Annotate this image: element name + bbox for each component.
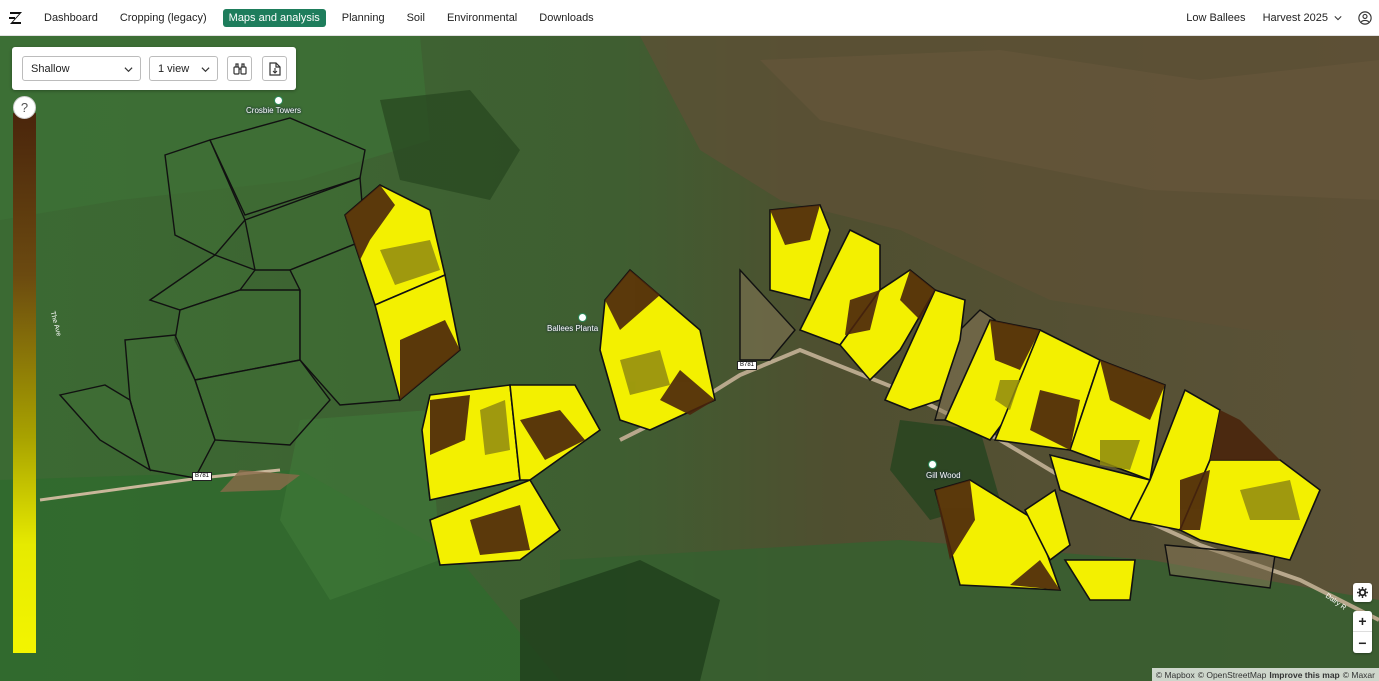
farm-selector[interactable]: Low Ballees — [1186, 12, 1245, 24]
map-toolbar: Shallow 1 view — [12, 47, 296, 90]
zoom-in-button[interactable]: + — [1353, 611, 1372, 632]
binoculars-icon — [232, 62, 247, 75]
place-pin-icon — [578, 313, 587, 322]
attribution-improve-map[interactable]: Improve this map — [1269, 670, 1339, 680]
nav-cropping-legacy[interactable]: Cropping (legacy) — [114, 9, 213, 27]
zoom-out-button[interactable]: − — [1353, 632, 1372, 653]
top-navigation-bar: Dashboard Cropping (legacy) Maps and ana… — [0, 0, 1379, 36]
map-canvas — [0, 36, 1379, 681]
satellite-map[interactable]: Crosbie Towers Ballees Planta Gill Wood … — [0, 36, 1379, 681]
main-nav: Dashboard Cropping (legacy) Maps and ana… — [38, 0, 610, 35]
app-logo-icon[interactable] — [8, 10, 24, 26]
attribution-maxar[interactable]: © Maxar — [1343, 670, 1375, 680]
place-label-gill-wood: Gill Wood — [926, 471, 961, 480]
nav-downloads[interactable]: Downloads — [533, 9, 599, 27]
harvest-selector[interactable]: Harvest 2025 — [1263, 12, 1342, 24]
nav-maps-and-analysis[interactable]: Maps and analysis — [222, 8, 326, 27]
map-attribution: © Mapbox © OpenStreetMap Improve this ma… — [1151, 668, 1379, 681]
chevron-down-icon — [1334, 15, 1342, 20]
view-count-value: 1 view — [158, 62, 190, 75]
map-settings-button[interactable] — [1353, 583, 1372, 602]
place-pin-icon — [274, 96, 283, 105]
view-count-select[interactable]: 1 view — [149, 56, 218, 81]
chevron-down-icon — [124, 67, 133, 73]
user-account-icon[interactable] — [1358, 10, 1372, 25]
place-pin-icon — [928, 460, 937, 469]
export-pdf-button[interactable] — [262, 56, 287, 81]
place-label-ballees-plantation: Ballees Planta — [547, 324, 599, 333]
nav-environmental[interactable]: Environmental — [441, 9, 523, 27]
attribution-mapbox[interactable]: © Mapbox — [1156, 670, 1195, 680]
zoom-controls: + − — [1353, 611, 1372, 653]
gear-icon — [1357, 587, 1368, 598]
nav-planning[interactable]: Planning — [336, 9, 391, 27]
road-shield: B781 — [192, 472, 213, 481]
depth-select-value: Shallow — [31, 62, 70, 75]
nav-dashboard[interactable]: Dashboard — [38, 9, 104, 27]
legend-help-button[interactable]: ? — [13, 96, 36, 119]
depth-select[interactable]: Shallow — [22, 56, 141, 81]
nav-soil[interactable]: Soil — [401, 9, 431, 27]
export-pdf-icon — [268, 61, 281, 76]
compare-views-button[interactable] — [227, 56, 252, 81]
road-shield: B781 — [737, 361, 758, 370]
place-label-crosbie-towers: Crosbie Towers — [246, 106, 301, 115]
harvest-label: Harvest 2025 — [1262, 11, 1328, 24]
chevron-down-icon — [201, 67, 210, 73]
yield-legend-gradient — [13, 113, 36, 653]
attribution-osm[interactable]: © OpenStreetMap — [1198, 670, 1267, 680]
